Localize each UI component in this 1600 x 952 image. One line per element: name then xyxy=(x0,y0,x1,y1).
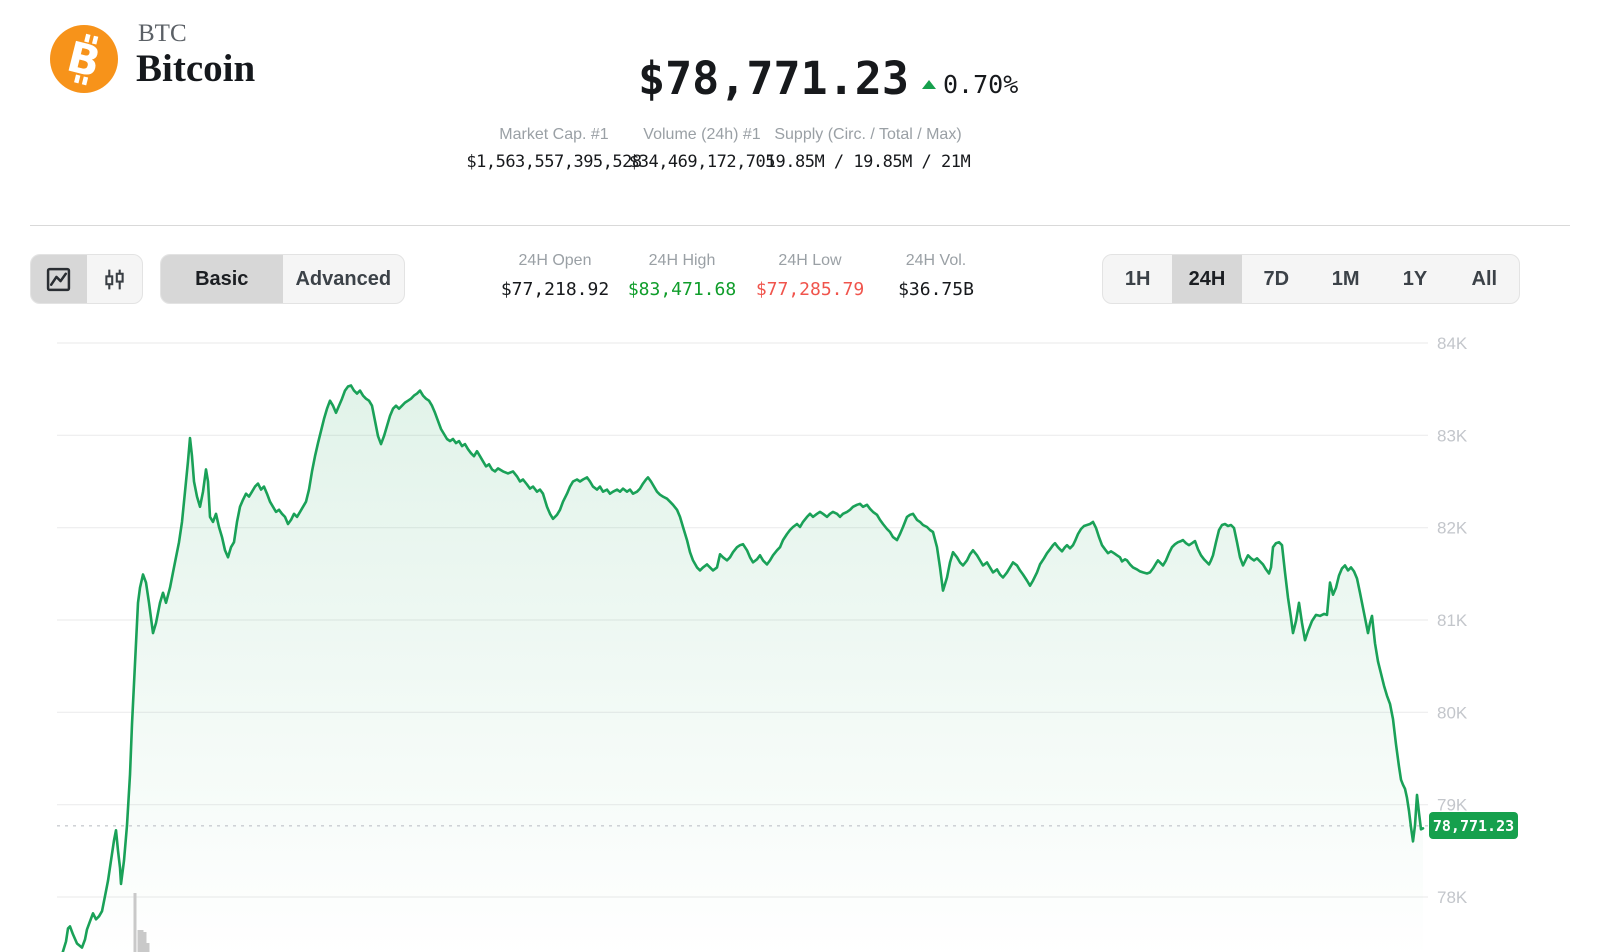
line-chart-icon xyxy=(46,267,71,292)
range-24h-button[interactable]: 24H xyxy=(1172,255,1241,303)
vol-stat: 24H Vol. $36.75B xyxy=(898,252,974,300)
mode-advanced-button[interactable]: Advanced xyxy=(283,255,405,303)
coin-name: Bitcoin xyxy=(136,46,255,91)
vol-value: $36.75B xyxy=(898,279,974,300)
current-price: $78,771.23 xyxy=(638,52,909,105)
mode-basic-button[interactable]: Basic xyxy=(161,255,283,303)
time-range-toggle: 1H 24H 7D 1M 1Y All xyxy=(1102,254,1520,304)
market-cap-value: $1,563,557,395,528 xyxy=(466,152,641,172)
candlestick-icon xyxy=(102,267,127,292)
mode-toggle: Basic Advanced xyxy=(160,254,405,304)
range-1y-button[interactable]: 1Y xyxy=(1380,255,1449,303)
high-label: 24H High xyxy=(628,252,736,270)
vol-label: 24H Vol. xyxy=(898,252,974,270)
volume-stat: Volume (24h) #1 $34,469,172,705 xyxy=(629,126,775,172)
svg-text:82K: 82K xyxy=(1437,519,1468,538)
line-chart-type-button[interactable] xyxy=(31,255,87,303)
price-change-percent: 0.70% xyxy=(943,70,1018,99)
supply-value: 19.85M / 19.85M / 21M xyxy=(766,152,970,172)
svg-text:83K: 83K xyxy=(1437,426,1468,445)
open-stat: 24H Open $77,218.92 xyxy=(501,252,609,300)
svg-text:78K: 78K xyxy=(1437,888,1468,907)
header-divider xyxy=(30,225,1570,226)
svg-text:80K: 80K xyxy=(1437,703,1468,722)
open-label: 24H Open xyxy=(501,252,609,270)
market-cap-stat: Market Cap. #1 $1,563,557,395,528 xyxy=(466,126,641,172)
range-1h-button[interactable]: 1H xyxy=(1103,255,1172,303)
svg-text:84K: 84K xyxy=(1437,334,1468,353)
coin-symbol: BTC xyxy=(138,20,187,48)
range-all-button[interactable]: All xyxy=(1450,255,1519,303)
bitcoin-logo-icon: B xyxy=(50,25,118,93)
range-1m-button[interactable]: 1M xyxy=(1311,255,1380,303)
up-arrow-icon xyxy=(922,80,936,89)
supply-label: Supply (Circ. / Total / Max) xyxy=(766,126,970,144)
open-value: $77,218.92 xyxy=(501,279,609,300)
svg-text:81K: 81K xyxy=(1437,611,1468,630)
volume-label: Volume (24h) #1 xyxy=(629,126,775,144)
chart-type-toggle xyxy=(30,254,143,304)
low-stat: 24H Low $77,285.79 xyxy=(756,252,864,300)
high-stat: 24H High $83,471.68 xyxy=(628,252,736,300)
market-cap-label: Market Cap. #1 xyxy=(466,126,641,144)
price-change: 0.70% xyxy=(922,70,1018,99)
current-price-badge: 78,771.23 xyxy=(1429,812,1518,839)
low-label: 24H Low xyxy=(756,252,864,270)
candlestick-chart-type-button[interactable] xyxy=(87,255,143,303)
range-7d-button[interactable]: 7D xyxy=(1242,255,1311,303)
low-value: $77,285.79 xyxy=(756,279,864,300)
supply-stat: Supply (Circ. / Total / Max) 19.85M / 19… xyxy=(766,126,970,172)
bitcoin-price-page: 84K83K82K81K80K79K78K 78,771.23 B BTC Bi… xyxy=(0,0,1600,952)
high-value: $83,471.68 xyxy=(628,279,736,300)
volume-value: $34,469,172,705 xyxy=(629,152,775,172)
